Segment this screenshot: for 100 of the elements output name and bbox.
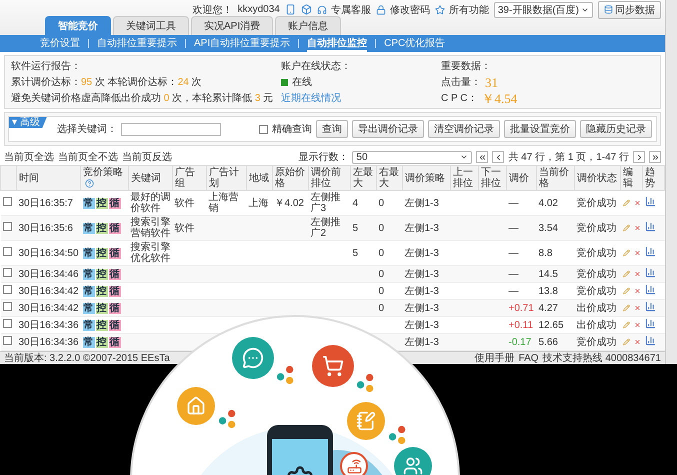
table-cell: 搜索引擎营销软件 — [130, 217, 170, 239]
table-cell: 竞价成功 — [576, 198, 616, 208]
pencil-icon[interactable] — [622, 337, 630, 347]
sub-nav-item[interactable]: 自动排位监控 — [307, 36, 368, 52]
table-cell: ￥4.02 — [274, 198, 304, 208]
sub-nav-item[interactable]: 竞价设置 — [40, 36, 80, 52]
strategy-tag: 循 — [108, 320, 120, 330]
tab[interactable]: 实况API消费 — [191, 16, 274, 35]
scrollbar[interactable] — [665, 0, 677, 364]
first-page-button[interactable] — [476, 151, 488, 163]
delete-icon[interactable] — [634, 303, 640, 313]
action-button[interactable]: 清空调价记录 — [428, 120, 500, 138]
delete-icon[interactable] — [634, 320, 640, 330]
select-link[interactable]: 当前页全选 — [4, 150, 54, 164]
row-checkbox[interactable] — [2, 268, 12, 277]
keyword-label: 选择关键词： — [57, 122, 117, 136]
column-header: 右最大 — [376, 166, 402, 190]
action-button[interactable]: 隐藏历史记录 — [580, 120, 652, 138]
delete-icon[interactable] — [634, 223, 640, 233]
table-cell: 3.54 — [538, 222, 558, 234]
row-checkbox[interactable] — [2, 302, 12, 311]
dots-drawing — [356, 373, 376, 393]
table-cell: 4.27 — [538, 302, 558, 314]
action-button[interactable]: 导出调价记录 — [352, 120, 424, 138]
cart-icon — [312, 345, 354, 387]
table-cell: +0.71 — [508, 302, 534, 314]
row-checkbox[interactable] — [2, 336, 12, 345]
sync-button[interactable]: 同步数据 — [598, 0, 661, 18]
rows-select[interactable]: 50 — [352, 150, 472, 164]
last-page-button[interactable] — [649, 151, 661, 163]
row-checkbox[interactable] — [2, 247, 12, 256]
report-line: 避免关键词价格虚高降低出价成功 0 次，本轮累计降低 3 元 — [11, 92, 271, 105]
sub-nav-item[interactable]: API自动排位重要提示 — [194, 36, 290, 52]
advanced-tag[interactable]: ▾ 高级 — [9, 117, 47, 128]
exact-checkbox[interactable] — [259, 124, 268, 134]
column-header: 竞价策略 — [80, 166, 128, 190]
table-cell: 软件 — [174, 198, 194, 208]
pencil-icon[interactable] — [622, 286, 630, 296]
pencil-icon[interactable] — [622, 248, 630, 258]
delete-icon[interactable] — [634, 286, 640, 296]
online-status: 在线 — [292, 76, 312, 89]
keyword-input[interactable] — [121, 122, 221, 136]
row-checkbox[interactable] — [2, 222, 12, 231]
delete-icon[interactable] — [634, 337, 640, 347]
action-button[interactable]: 批量设置竞价 — [504, 120, 576, 138]
column-header: 时间 — [16, 166, 80, 190]
table-cell: 12.65 — [538, 320, 564, 330]
tab[interactable]: 智能竞价 — [45, 16, 111, 35]
table-cell: 0 — [378, 248, 384, 258]
pencil-icon[interactable] — [622, 198, 630, 208]
sub-nav-item[interactable]: 自动排位重要提示 — [97, 36, 177, 52]
footer-link[interactable]: FAQ — [518, 352, 539, 364]
chart-icon[interactable] — [644, 284, 656, 295]
row-checkbox[interactable] — [2, 285, 12, 294]
tab[interactable]: 关键词工具 — [113, 16, 189, 35]
chart-icon[interactable] — [644, 301, 656, 312]
strategy-tag: 常 — [82, 222, 94, 234]
row-checkbox[interactable] — [2, 197, 12, 206]
chart-icon[interactable] — [644, 246, 656, 257]
pencil-icon[interactable] — [622, 320, 630, 330]
chart-icon[interactable] — [644, 196, 656, 207]
next-page-button[interactable] — [633, 151, 645, 163]
column-header: 下一排位 — [478, 166, 506, 190]
phone-icon[interactable] — [284, 4, 296, 15]
delete-icon[interactable] — [634, 198, 640, 208]
top-link[interactable]: 修改密码 — [390, 2, 430, 16]
select-link[interactable]: 当前页反选 — [122, 150, 172, 164]
chart-icon[interactable] — [644, 318, 656, 329]
table-cell: 30日16:34:46 — [18, 268, 79, 280]
table-cell: 0 — [378, 302, 384, 314]
action-button[interactable]: 查询 — [316, 120, 348, 138]
cube-icon[interactable] — [300, 4, 312, 15]
chart-icon[interactable] — [644, 267, 656, 278]
table-cell: 30日16:34:50 — [18, 248, 79, 258]
table-cell: — — [508, 198, 518, 208]
pencil-icon[interactable] — [622, 269, 630, 279]
pencil-icon[interactable] — [622, 303, 630, 313]
help-icon[interactable] — [85, 178, 94, 188]
delete-icon[interactable] — [634, 269, 640, 279]
account-select[interactable]: 39-开眼数据(百度) — [494, 2, 593, 18]
table-cell: 4 — [352, 198, 358, 208]
chart-icon[interactable] — [644, 221, 656, 232]
pencil-icon[interactable] — [622, 223, 630, 233]
delete-icon[interactable] — [634, 248, 640, 258]
tab[interactable]: 账户信息 — [275, 16, 342, 35]
prev-page-button[interactable] — [492, 151, 504, 163]
column-header: 调价 — [506, 166, 536, 190]
chart-icon[interactable] — [644, 335, 656, 346]
column-header: 调价前排位 — [308, 166, 350, 190]
footer-link[interactable]: 使用手册 — [474, 351, 515, 365]
top-link[interactable]: 专属客服 — [330, 2, 371, 16]
sub-nav-item[interactable]: CPC优化报告 — [384, 36, 446, 52]
strategy-tag: 循 — [108, 198, 120, 208]
top-link[interactable]: 所有功能 — [448, 2, 489, 16]
select-link[interactable]: 当前页全不选 — [58, 150, 118, 164]
strategy-tag: 常 — [82, 268, 94, 280]
row-checkbox[interactable] — [2, 319, 12, 328]
strategy-tag: 常 — [82, 248, 94, 258]
key-data-title: 重要数据： — [441, 60, 492, 73]
table-cell: 左侧1-3 — [404, 336, 439, 348]
